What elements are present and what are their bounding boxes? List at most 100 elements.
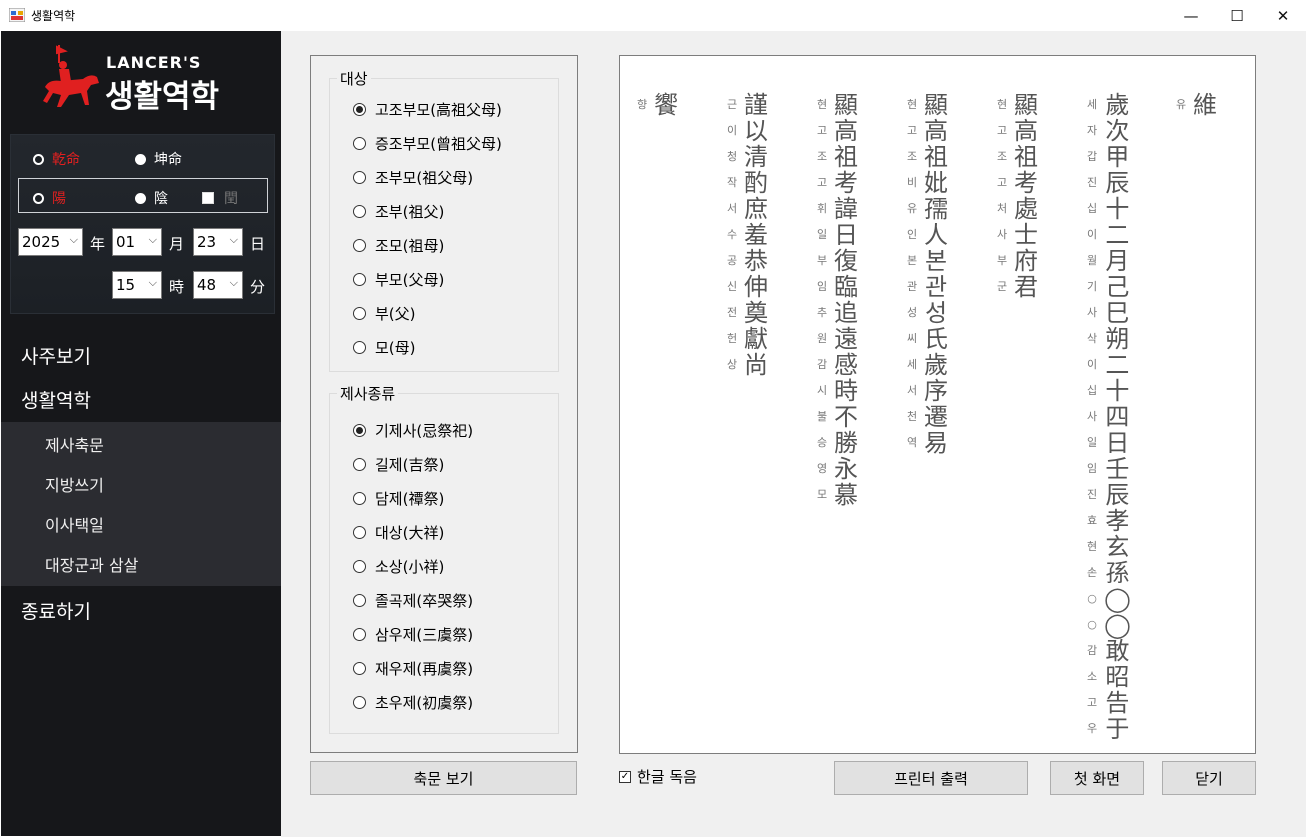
option-label: 고조부모(高祖父母) (375, 101, 502, 119)
radio-selected-icon (353, 103, 366, 116)
prayer-column-reading: 현고조비유인본관성씨세서천역 (906, 98, 918, 449)
month-unit: 月 (169, 235, 185, 253)
radio-unselected-icon (353, 526, 366, 539)
year-value: 2025 (22, 233, 61, 251)
option-label: 조부(祖父) (375, 203, 445, 221)
radio-unselected-icon (353, 560, 366, 573)
radio-unselected-icon (353, 341, 366, 354)
option-label: 조모(祖母) (375, 237, 445, 255)
option-radio[interactable]: 조모(祖母) (353, 235, 444, 256)
close-button[interactable]: 닫기 (1162, 761, 1256, 795)
option-radio[interactable]: 대상(大祥) (353, 522, 444, 543)
male-label: 乾命 (52, 152, 80, 168)
menu-life[interactable]: 생활역학 (1, 386, 281, 413)
title-bar: 생활역학 — ☐ ✕ (0, 0, 1306, 31)
submenu-item-moving[interactable]: 이사택일 (45, 512, 104, 536)
month-select[interactable]: 01 ⌵ (112, 228, 162, 256)
submenu-item-jibang[interactable]: 지방쓰기 (45, 472, 104, 496)
prayer-column-reading: 현고조고휘일부임추원감시불승영모 (816, 98, 828, 501)
leap-checkbox[interactable]: 閏 (202, 188, 238, 208)
radio-unselected-icon (33, 192, 44, 204)
radio-unselected-icon (353, 171, 366, 184)
prayer-column-text: 饗 (654, 91, 678, 119)
solar-label: 陽 (52, 191, 66, 207)
option-radio[interactable]: 졸곡제(卒哭祭) (353, 590, 473, 611)
radio-unselected-icon (353, 239, 366, 252)
radio-unselected-icon (33, 153, 44, 165)
prayer-column-reading: 근이청작서수공신전헌상 (726, 98, 738, 371)
option-radio[interactable]: 기제사(忌祭祀) (353, 420, 473, 441)
radio-unselected-icon (353, 696, 366, 709)
lunar-radio[interactable]: 陰 (135, 188, 168, 208)
option-label: 삼우제(三虞祭) (375, 626, 474, 644)
prayer-column-reading: 유 (1175, 98, 1187, 111)
radio-unselected-icon (353, 205, 366, 218)
app-icon (9, 8, 25, 22)
option-radio[interactable]: 삼우제(三虞祭) (353, 624, 473, 645)
option-radio[interactable]: 고조부모(高祖父母) (353, 99, 502, 120)
hour-select[interactable]: 15 ⌵ (112, 271, 162, 299)
rite-group-label: 제사종류 (337, 383, 399, 404)
year-select[interactable]: 2025 ⌵ (18, 228, 83, 256)
close-window-button[interactable]: ✕ (1260, 0, 1306, 31)
minimize-button[interactable]: — (1168, 0, 1214, 31)
prayer-column-reading: 세 자 갑 진 십 이 월 기 사 삭 이 십 사 일 임 진 효 현 손 ○ ○ 감 소 고 우 (1086, 98, 1098, 735)
minimize-icon: — (1183, 6, 1199, 25)
menu-saju[interactable]: 사주보기 (1, 342, 281, 369)
option-radio[interactable]: 길제(吉祭) (353, 454, 444, 475)
print-button[interactable]: 프린터 출력 (834, 761, 1028, 795)
maximize-icon: ☐ (1230, 6, 1244, 25)
month-value: 01 (116, 233, 136, 251)
maximize-button[interactable]: ☐ (1214, 0, 1260, 31)
radio-unselected-icon (353, 662, 366, 675)
male-radio[interactable]: 乾命 (33, 149, 80, 169)
day-select[interactable]: 23 ⌵ (193, 228, 243, 256)
prayer-column: 유維 (1175, 92, 1217, 118)
option-radio[interactable]: 담제(禫祭) (353, 488, 444, 509)
home-button[interactable]: 첫 화면 (1050, 761, 1144, 795)
solar-radio[interactable]: 陽 (33, 188, 66, 208)
view-prayer-button[interactable]: 축문 보기 (310, 761, 577, 795)
hour-unit: 時 (169, 278, 185, 296)
prayer-column: 향饗 (636, 92, 678, 118)
radio-selected-icon (353, 424, 366, 437)
menu-exit[interactable]: 종료하기 (1, 597, 281, 624)
target-group-label: 대상 (337, 68, 371, 89)
radio-unselected-icon (353, 458, 366, 471)
option-radio[interactable]: 조부모(祖父母) (353, 167, 473, 188)
submenu-item-jesa[interactable]: 제사축문 (45, 432, 104, 456)
option-radio[interactable]: 모(母) (353, 337, 416, 358)
option-label: 증조부모(曾祖父母) (375, 135, 502, 153)
chevron-down-icon: ⌵ (148, 233, 157, 246)
hangul-reading-label: 한글 독음 (637, 768, 697, 786)
options-panel: 대상 고조부모(高祖父母) 증조부모(曾祖父母) 조부모(祖父母) 조부(祖父) 조모(… (310, 55, 578, 753)
option-radio[interactable]: 부(父) (353, 303, 416, 324)
option-label: 졸곡제(卒哭祭) (375, 592, 474, 610)
prayer-column: 현고조고처사부군 顯高祖考處士府君 (996, 92, 1038, 300)
horse-rider-logo-icon (43, 45, 99, 107)
logo-text-en: LANCER'S (106, 53, 202, 72)
prayer-column-text: 顯高祖考處士府君 (1014, 91, 1038, 301)
option-radio[interactable]: 초우제(初虞祭) (353, 692, 473, 713)
option-radio[interactable]: 재우제(再虞祭) (353, 658, 473, 679)
checkbox-icon (202, 192, 214, 204)
option-label: 기제사(忌祭祀) (375, 422, 474, 440)
hour-value: 15 (116, 276, 136, 294)
option-radio[interactable]: 부모(父母) (353, 269, 444, 290)
female-radio[interactable]: 坤命 (135, 149, 182, 169)
submenu: 제사축문 지방쓰기 이사택일 대장군과 삼살 (1, 422, 281, 586)
option-label: 모(母) (375, 339, 416, 357)
option-radio[interactable]: 증조부모(曾祖父母) (353, 133, 502, 154)
minute-select[interactable]: 48 ⌵ (193, 271, 243, 299)
checkbox-checked-icon: ✓ (619, 770, 631, 783)
logo-text-ko: 생활역학 (105, 79, 220, 115)
prayer-column: 현고조비유인본관성씨세서천역 顯高祖妣孺人본관성氏歲序遷易 (906, 92, 948, 456)
submenu-item-daejanggun[interactable]: 대장군과 삼살 (45, 552, 138, 576)
hangul-reading-checkbox[interactable]: ✓ 한글 독음 (619, 766, 697, 787)
prayer-column-reading: 현고조고처사부군 (996, 98, 1008, 293)
radio-unselected-icon (353, 273, 366, 286)
prayer-column: 현고조고휘일부임추원감시불승영모 顯高祖考諱日復臨追遠感時不勝永慕 (816, 92, 858, 508)
minute-value: 48 (197, 276, 217, 294)
option-radio[interactable]: 조부(祖父) (353, 201, 444, 222)
option-radio[interactable]: 소상(小祥) (353, 556, 444, 577)
